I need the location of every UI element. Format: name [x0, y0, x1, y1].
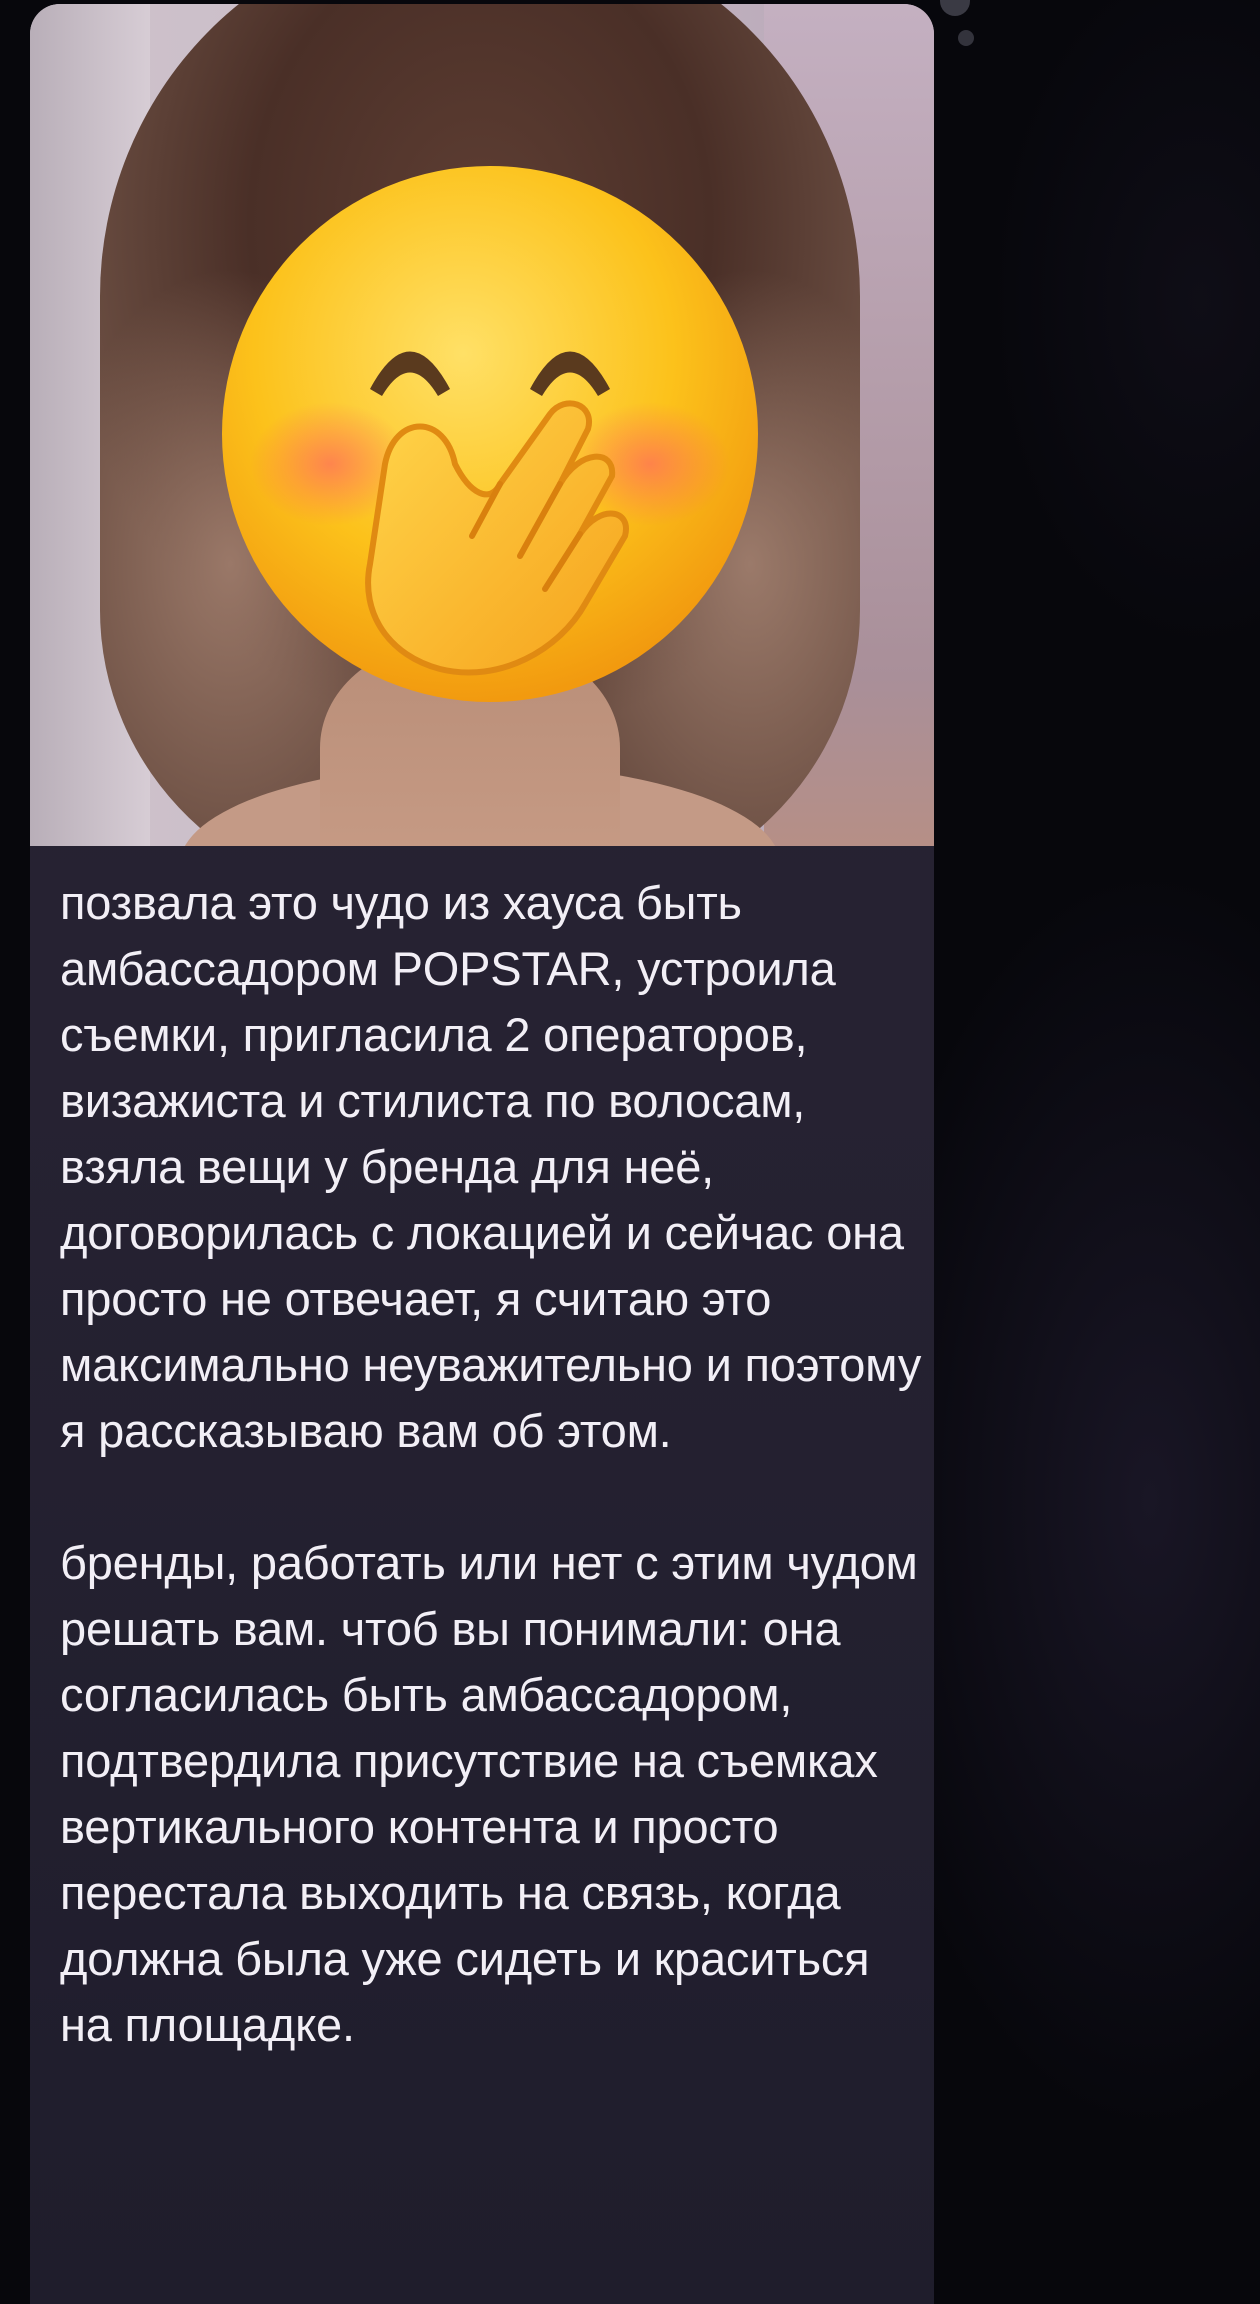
message-text: позвала это чудо из хауса быть амбассадо…	[60, 876, 922, 2051]
indicator-dot	[940, 0, 970, 16]
indicator-dot	[958, 30, 974, 46]
message-photo[interactable]	[30, 4, 934, 846]
message-bubble[interactable]: позвала это чудо из хауса быть амбассадо…	[30, 4, 934, 2304]
typing-indicator-dots	[938, 0, 978, 60]
covering-mouth-face-emoji-icon	[222, 166, 758, 702]
